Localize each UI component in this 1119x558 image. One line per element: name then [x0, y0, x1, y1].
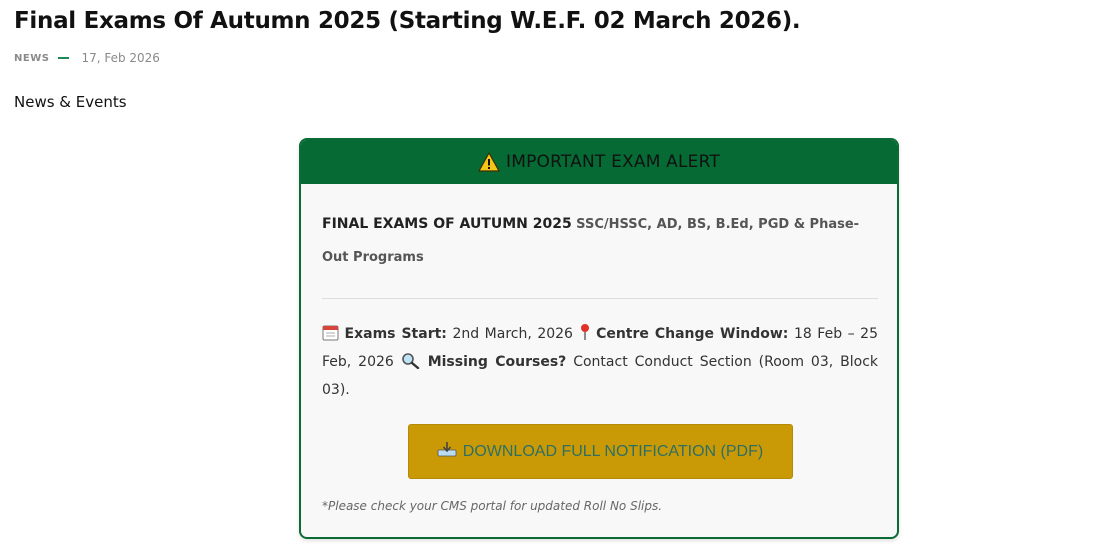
page: Final Exams Of Autumn 2025 (Starting W.E…: [0, 0, 1119, 558]
exam-alert-card: IMPORTANT EXAM ALERT FINAL EXAMS OF AUTU…: [299, 138, 899, 539]
meta-separator: [58, 57, 70, 59]
category-link[interactable]: NEWS: [14, 53, 49, 64]
alert-header: IMPORTANT EXAM ALERT: [301, 140, 897, 184]
download-button-label: DOWNLOAD FULL NOTIFICATION (PDF): [462, 442, 764, 460]
programs-line: FINAL EXAMS OF AUTUMN 2025 SSC/HSSC, AD,…: [322, 208, 878, 274]
pin-icon: [579, 323, 591, 350]
alert-header-title: IMPORTANT EXAM ALERT: [506, 152, 720, 172]
alert-body: FINAL EXAMS OF AUTUMN 2025 SSC/HSSC, AD,…: [301, 184, 897, 513]
page-title: Final Exams Of Autumn 2025 (Starting W.E…: [14, 8, 801, 34]
exam-details: Exams Start: 2nd March, 2026 Centre Chan…: [322, 322, 878, 403]
download-tray-icon: [437, 441, 457, 462]
section-link[interactable]: News & Events: [14, 93, 127, 111]
divider: [322, 298, 878, 299]
centre-change-label: Centre Change Window:: [596, 326, 789, 342]
roll-slip-note: *Please check your CMS portal for update…: [322, 499, 663, 513]
missing-courses-label: Missing Courses?: [427, 354, 567, 370]
warning-icon: [478, 152, 500, 172]
magnifier-icon: [401, 352, 421, 378]
post-date: 17, Feb 2026: [81, 51, 160, 65]
programs-lead: FINAL EXAMS OF AUTUMN 2025: [322, 216, 572, 232]
download-notification-button[interactable]: DOWNLOAD FULL NOTIFICATION (PDF): [407, 424, 793, 479]
exams-start-value: 2nd March, 2026: [452, 326, 573, 342]
exams-start-label: Exams Start:: [344, 326, 447, 342]
post-meta: NEWS 17, Feb 2026: [14, 51, 160, 65]
calendar-icon: [322, 324, 339, 350]
